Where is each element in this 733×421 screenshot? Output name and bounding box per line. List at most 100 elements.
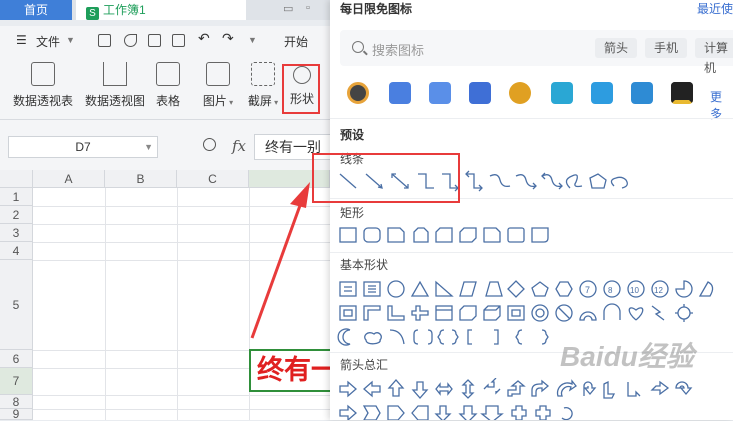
- picture-icon: [206, 62, 230, 86]
- grid-line: [33, 395, 330, 396]
- basic-shapes-2[interactable]: [336, 302, 733, 324]
- print-icon[interactable]: [148, 34, 161, 47]
- folder-icon[interactable]: [671, 82, 693, 104]
- search-input[interactable]: 搜索图标: [372, 40, 424, 59]
- grid-line: [33, 206, 330, 207]
- pivot-chart-label: 数据透视图: [84, 94, 145, 108]
- target-icon[interactable]: [347, 82, 369, 104]
- preset-title: 预设: [340, 128, 365, 142]
- mail-icon[interactable]: [591, 82, 613, 104]
- ribbon: 数据透视表 数据透视图 表格 图片 ▾ 截屏 ▾ 形状: [0, 56, 330, 120]
- chip-phone[interactable]: 手机: [645, 38, 688, 58]
- icon-search-bar[interactable]: 搜索图标 箭头 手机 计算机: [340, 30, 733, 75]
- column-header[interactable]: C: [177, 170, 249, 188]
- row-header[interactable]: 3: [0, 224, 33, 242]
- pivot-chart-button[interactable]: 数据透视图: [82, 62, 148, 109]
- corner-select-all[interactable]: [0, 170, 33, 188]
- undo-icon[interactable]: ↶: [198, 30, 210, 47]
- workbook-name: 工作簿1: [103, 3, 146, 17]
- divider: [330, 118, 733, 119]
- basic-shapes-row-1: 7 8 10 12: [336, 278, 733, 300]
- svg-text:12: 12: [654, 286, 663, 295]
- category-rectangles: 矩形: [340, 206, 365, 220]
- table-button[interactable]: 表格: [152, 62, 184, 109]
- row-header-selected[interactable]: 7: [0, 368, 33, 395]
- search-icon: [352, 41, 364, 53]
- picture-button[interactable]: 图片 ▾: [198, 62, 238, 109]
- svg-text:8: 8: [608, 286, 613, 295]
- highlight-box-shape: [282, 64, 320, 114]
- chevron-down-icon[interactable]: ▼: [66, 35, 75, 45]
- phone-icon[interactable]: [389, 82, 411, 104]
- row-header[interactable]: 2: [0, 206, 33, 224]
- row-header[interactable]: 6: [0, 350, 33, 368]
- tab-home[interactable]: 首页: [0, 0, 72, 20]
- name-box[interactable]: D7 ▼: [8, 136, 158, 158]
- fx-icon[interactable]: fx: [232, 137, 246, 155]
- table-label: 表格: [155, 94, 180, 108]
- grid-line: [33, 242, 330, 243]
- redo-icon[interactable]: ↷: [222, 30, 234, 47]
- chip-computer[interactable]: 计算机: [695, 38, 733, 75]
- picture-label: 图片: [202, 94, 227, 108]
- arrow-shapes-row-2: [336, 402, 733, 420]
- panel-title: 每日限免图标: [340, 2, 413, 16]
- hamburger-icon[interactable]: ☰: [16, 33, 27, 47]
- arrow-shapes-2[interactable]: [336, 402, 733, 420]
- tab-workbook[interactable]: S 工作簿1: [76, 0, 246, 20]
- rectangle-shapes-row: [336, 224, 733, 246]
- quick-access-chevron-icon[interactable]: ▼: [248, 35, 257, 45]
- category-basic-shapes: 基本形状: [340, 258, 389, 272]
- chip-arrow[interactable]: 箭头: [595, 38, 638, 58]
- row-header[interactable]: 9: [0, 407, 33, 421]
- column-header[interactable]: A: [33, 170, 105, 188]
- tab-start[interactable]: 开始: [284, 33, 308, 50]
- person-icon[interactable]: [631, 82, 653, 104]
- zoom-icon[interactable]: [203, 138, 216, 151]
- chevron-down-icon[interactable]: ▼: [144, 137, 153, 157]
- save-icon[interactable]: [98, 34, 111, 47]
- column-header[interactable]: B: [105, 170, 177, 188]
- export-icon[interactable]: [124, 34, 137, 47]
- scissors-icon: [251, 62, 275, 86]
- cell-reference: D7: [75, 140, 91, 154]
- row-header[interactable]: 5: [0, 260, 33, 350]
- globe-icon[interactable]: [509, 82, 531, 104]
- pivot-table-icon: [31, 62, 55, 86]
- arrow-shapes-row-1: [336, 378, 733, 400]
- menu-dot-icon[interactable]: ▫: [306, 2, 310, 14]
- pivot-table-label: 数据透视表: [12, 94, 73, 108]
- row-header[interactable]: 4: [0, 242, 33, 260]
- category-arrows: 箭头总汇: [340, 358, 389, 372]
- rectangle-shapes[interactable]: [336, 224, 733, 246]
- menu-bar: ☰ 文件 ▼ ↶ ↷ ▼ 开始: [0, 26, 330, 56]
- svg-text:7: 7: [585, 285, 590, 295]
- arrow-shapes[interactable]: [336, 378, 733, 400]
- grid-line: [33, 260, 330, 261]
- highlight-box-lines: [312, 153, 460, 203]
- more-link[interactable]: 更多: [710, 88, 733, 122]
- screenshot-button[interactable]: 截屏 ▾: [243, 62, 283, 109]
- monitor-icon[interactable]: [469, 82, 491, 104]
- recent-link[interactable]: 最近使: [697, 0, 733, 17]
- row-header[interactable]: 1: [0, 188, 33, 206]
- selected-cell-d7[interactable]: 终有一别: [249, 349, 339, 392]
- divider: [330, 252, 733, 253]
- grid-line: [33, 409, 330, 410]
- grid-line: [177, 188, 178, 420]
- basic-shapes[interactable]: 7 8 10 12: [336, 278, 733, 300]
- table-icon: [156, 62, 180, 86]
- grid-line: [105, 188, 106, 420]
- browser-icon[interactable]: [429, 82, 451, 104]
- file-menu[interactable]: 文件: [36, 33, 60, 50]
- screenshot-label: 截屏: [247, 94, 272, 108]
- free-icon-row: [340, 82, 733, 108]
- book-icon[interactable]: [551, 82, 573, 104]
- pivot-table-button[interactable]: 数据透视表: [10, 62, 76, 109]
- preview-icon[interactable]: [172, 34, 185, 47]
- spreadsheet-icon: S: [86, 7, 99, 20]
- grid-line: [33, 224, 330, 225]
- pivot-chart-icon: [103, 62, 127, 86]
- basic-shapes-row-2: [336, 302, 733, 324]
- monitor-icon[interactable]: ▭: [283, 2, 293, 15]
